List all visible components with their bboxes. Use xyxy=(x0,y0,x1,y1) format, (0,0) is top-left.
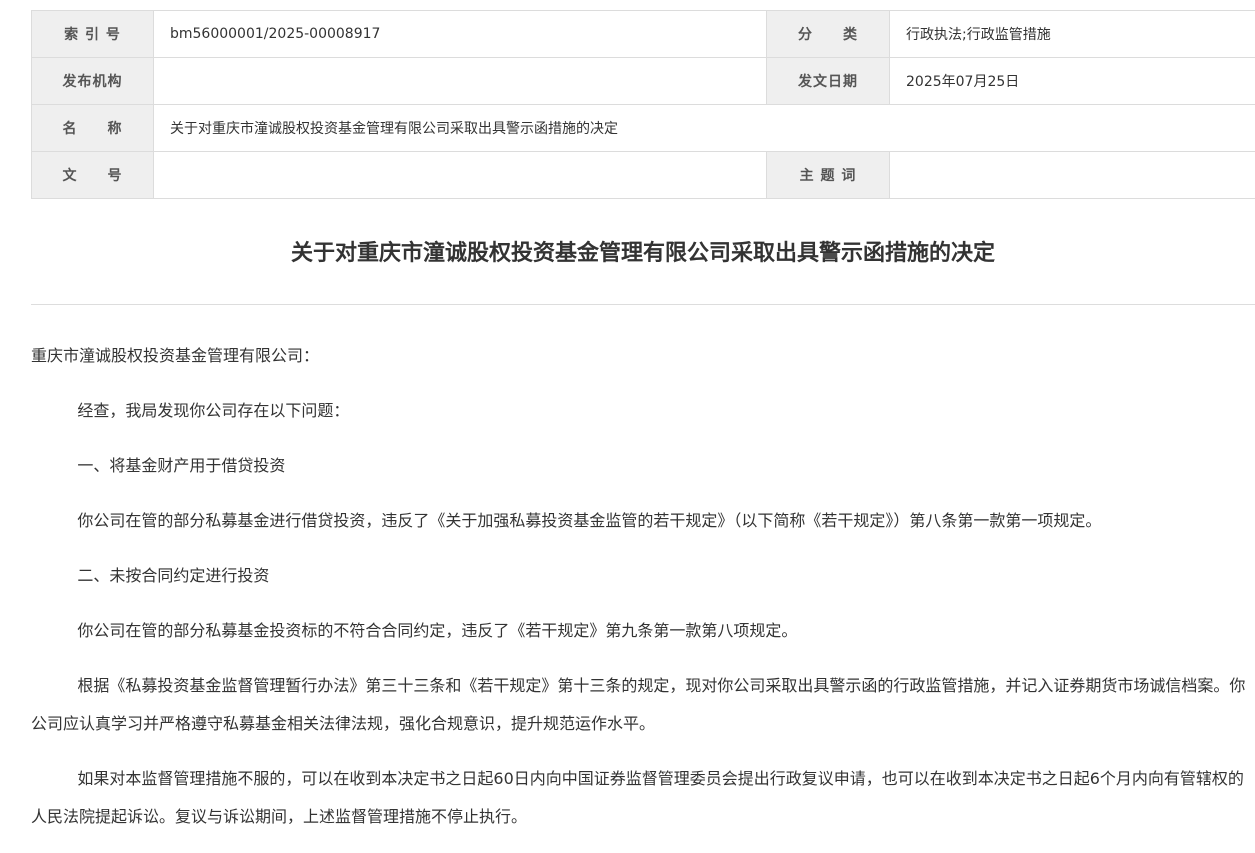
category-label: 分 类 xyxy=(767,11,890,58)
keywords-value xyxy=(890,152,1255,199)
section-heading: 一、将基金财产用于借贷投资 xyxy=(31,447,1253,485)
keywords-label: 主 题 词 xyxy=(767,152,890,199)
index-label: 索 引 号 xyxy=(32,11,154,58)
issuer-label: 发布机构 xyxy=(32,58,154,105)
body-paragraph: 如果对本监督管理措施不服的，可以在收到本决定书之日起60日内向中国证券监督管理委… xyxy=(31,760,1253,836)
document-title: 关于对重庆市潼诚股权投资基金管理有限公司采取出具警示函措施的决定 xyxy=(31,236,1255,272)
issuer-value xyxy=(154,58,767,105)
docnum-value xyxy=(154,152,767,199)
category-value: 行政执法;行政监管措施 xyxy=(890,11,1255,58)
date-label: 发文日期 xyxy=(767,58,890,105)
metadata-table: 索 引 号 bm56000001/2025-00008917 分 类 行政执法;… xyxy=(31,10,1255,199)
salutation: 重庆市潼诚股权投资基金管理有限公司： xyxy=(31,337,1253,375)
body-paragraph: 根据《私募投资基金监督管理暂行办法》第三十三条和《若干规定》第十三条的规定，现对… xyxy=(31,667,1253,743)
date-value: 2025年07月25日 xyxy=(890,58,1255,105)
name-value: 关于对重庆市潼诚股权投资基金管理有限公司采取出具警示函措施的决定 xyxy=(154,105,1255,152)
name-label: 名 称 xyxy=(32,105,154,152)
metadata-row-docnum: 文 号 主 题 词 xyxy=(32,152,1255,199)
metadata-row-index: 索 引 号 bm56000001/2025-00008917 分 类 行政执法;… xyxy=(32,11,1255,58)
metadata-row-name: 名 称 关于对重庆市潼诚股权投资基金管理有限公司采取出具警示函措施的决定 xyxy=(32,105,1255,152)
document-body: 重庆市潼诚股权投资基金管理有限公司： 经查，我局发现你公司存在以下问题： 一、将… xyxy=(31,337,1253,853)
body-paragraph: 经查，我局发现你公司存在以下问题： xyxy=(31,392,1253,430)
docnum-label: 文 号 xyxy=(32,152,154,199)
title-divider xyxy=(31,304,1255,305)
section-heading: 二、未按合同约定进行投资 xyxy=(31,557,1253,595)
body-paragraph: 你公司在管的部分私募基金投资标的不符合合同约定，违反了《若干规定》第九条第一款第… xyxy=(31,612,1253,650)
body-paragraph: 你公司在管的部分私募基金进行借贷投资，违反了《关于加强私募投资基金监管的若干规定… xyxy=(31,502,1253,540)
metadata-row-issuer: 发布机构 发文日期 2025年07月25日 xyxy=(32,58,1255,105)
index-value: bm56000001/2025-00008917 xyxy=(154,11,767,58)
